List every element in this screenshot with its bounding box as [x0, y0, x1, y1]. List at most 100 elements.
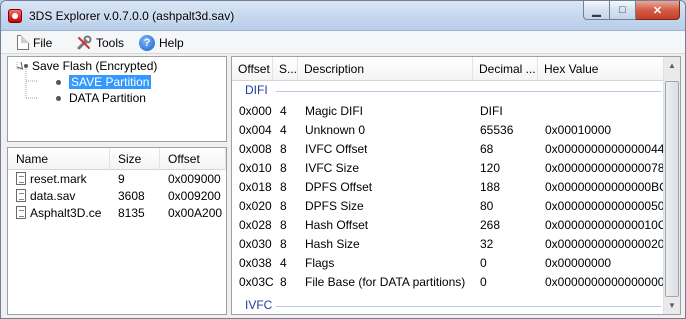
- group-divider: [276, 91, 661, 92]
- caption-buttons: ▁ □ ✕: [583, 1, 680, 21]
- file-list[interactable]: Name Size Offset reset.mark 9 0x009000 d…: [7, 147, 227, 315]
- cell-hex: 0x0000000000000050: [545, 199, 665, 213]
- file-name: reset.mark: [30, 172, 87, 186]
- column-description[interactable]: Description: [298, 57, 473, 81]
- list-item[interactable]: reset.mark 9 0x009000: [8, 171, 226, 188]
- table-row[interactable]: 0x008 8 IVFC Offset 68 0x000000000000004…: [232, 140, 664, 159]
- file-size: 8135: [118, 206, 145, 220]
- file-offset: 0x009200: [168, 189, 221, 203]
- list-item[interactable]: Asphalt3D.ce 8135 0x00A200: [8, 205, 226, 222]
- details-table[interactable]: Offset S... Description Decimal ... Hex …: [231, 56, 681, 315]
- file-size: 9: [118, 172, 125, 186]
- column-size[interactable]: S...: [273, 57, 298, 81]
- cell-decimal: 68: [480, 142, 494, 156]
- table-row[interactable]: 0x030 8 Hash Size 32 0x0000000000000020: [232, 235, 664, 254]
- cell-offset: 0x004: [239, 123, 272, 137]
- table-row[interactable]: 0x028 8 Hash Offset 268 0x00000000000001…: [232, 216, 667, 235]
- cell-decimal: 80: [480, 199, 494, 213]
- menu-file[interactable]: File: [15, 34, 52, 51]
- table-row[interactable]: 0x020 8 DPFS Size 80 0x0000000000000050: [232, 197, 664, 216]
- tree-node-save-label: SAVE Partition: [69, 75, 152, 89]
- list-item[interactable]: data.sav 3608 0x009200: [8, 188, 226, 205]
- cell-offset: 0x010: [239, 161, 272, 175]
- tree-node-save-partition[interactable]: SAVE Partition: [56, 74, 152, 90]
- cell-description: Flags: [305, 256, 335, 270]
- cell-offset: 0x008: [239, 142, 272, 156]
- column-hex[interactable]: Hex Value: [538, 57, 664, 81]
- menu-tools[interactable]: Tools: [76, 34, 124, 51]
- cell-hex: 0x00010000: [545, 123, 612, 137]
- column-name[interactable]: Name: [8, 148, 110, 170]
- document-icon: [17, 35, 29, 50]
- cell-hex: 0x0000000000000078: [545, 161, 665, 175]
- vertical-scrollbar[interactable]: ▲ ▼: [663, 57, 680, 314]
- cell-size: 8: [280, 218, 287, 232]
- file-offset: 0x00A200: [168, 206, 223, 220]
- column-offset[interactable]: Offset: [160, 148, 226, 170]
- tree-node-icon: [24, 64, 28, 68]
- file-name: data.sav: [30, 189, 76, 203]
- tree-node-root[interactable]: Save Flash (Encrypted): [24, 58, 158, 74]
- cell-hex: 0x000000000000010C: [545, 218, 667, 232]
- cell-offset: 0x028: [239, 218, 272, 232]
- menu-tools-label: Tools: [96, 35, 125, 50]
- cell-size: 8: [280, 275, 287, 289]
- maximize-button[interactable]: □: [610, 1, 636, 20]
- cell-size: 4: [280, 123, 287, 137]
- cell-size: 8: [280, 199, 287, 213]
- title-bar[interactable]: 3DS Explorer v.0.7.0.0 (ashpalt3d.sav) ▁…: [1, 1, 685, 31]
- file-icon: [16, 172, 26, 185]
- cell-description: IVFC Size: [305, 161, 360, 175]
- file-size: 3608: [118, 189, 145, 203]
- tree-node-data-partition[interactable]: DATA Partition: [56, 90, 146, 106]
- minimize-button[interactable]: ▁: [583, 1, 610, 20]
- tree-node-data-label: DATA Partition: [69, 91, 146, 105]
- tree-node-icon: [56, 95, 61, 101]
- group-divider: [276, 306, 661, 307]
- cell-offset: 0x038: [239, 256, 272, 270]
- close-button[interactable]: ✕: [636, 1, 680, 20]
- table-row[interactable]: 0x000 4 Magic DIFI DIFI: [232, 102, 664, 121]
- app-window: 3DS Explorer v.0.7.0.0 (ashpalt3d.sav) ▁…: [0, 0, 686, 319]
- table-row[interactable]: 0x010 8 IVFC Size 120 0x0000000000000078: [232, 159, 664, 178]
- cell-size: 4: [280, 256, 287, 270]
- cell-size: 8: [280, 237, 287, 251]
- cell-size: 8: [280, 161, 287, 175]
- cell-offset: 0x020: [239, 199, 272, 213]
- cell-description: Hash Offset: [305, 218, 369, 232]
- app-icon[interactable]: [8, 9, 22, 23]
- cell-offset: 0x030: [239, 237, 272, 251]
- table-row[interactable]: 0x004 4 Unknown 0 65536 0x00010000: [232, 121, 664, 140]
- column-offset[interactable]: Offset: [232, 57, 273, 81]
- table-row[interactable]: 0x03C 8 File Base (for DATA partitions) …: [232, 273, 664, 292]
- table-row[interactable]: 0x018 8 DPFS Offset 188 0x00000000000000…: [232, 178, 668, 197]
- cell-decimal: 188: [480, 180, 501, 194]
- group-header-difi[interactable]: DIFI: [232, 82, 664, 100]
- scroll-thumb[interactable]: [665, 81, 679, 297]
- help-icon: ?: [139, 34, 155, 51]
- scroll-up-button[interactable]: ▲: [664, 57, 680, 74]
- cell-description: DPFS Size: [305, 199, 364, 213]
- tools-icon: [76, 35, 92, 51]
- cell-decimal: 32: [480, 237, 494, 251]
- cell-decimal: 0: [480, 275, 487, 289]
- file-list-header: Name Size Offset: [8, 148, 226, 170]
- tree-node-root-label: Save Flash (Encrypted): [32, 59, 158, 73]
- cell-hex: 0x0000000000000020: [545, 237, 665, 251]
- table-row[interactable]: 0x038 4 Flags 0 0x00000000: [232, 254, 664, 273]
- scroll-down-button[interactable]: ▼: [664, 297, 680, 314]
- menu-help[interactable]: ? Help: [139, 34, 184, 51]
- cell-offset: 0x03C: [239, 275, 274, 289]
- cell-description: DPFS Offset: [305, 180, 373, 194]
- partition-tree[interactable]: Save Flash (Encrypted) SAVE Partition DA…: [7, 56, 227, 142]
- cell-size: 8: [280, 142, 287, 156]
- cell-size: 4: [280, 104, 287, 118]
- arrow-up-icon: ▲: [668, 61, 676, 70]
- cell-description: File Base (for DATA partitions): [305, 275, 466, 289]
- group-header-ivfc[interactable]: IVFC: [232, 297, 664, 314]
- cell-decimal: 120: [480, 161, 501, 175]
- column-decimal[interactable]: Decimal ...: [473, 57, 538, 81]
- column-size[interactable]: Size: [110, 148, 160, 170]
- cell-hex: 0x00000000: [545, 256, 612, 270]
- group-label: IVFC: [245, 298, 273, 312]
